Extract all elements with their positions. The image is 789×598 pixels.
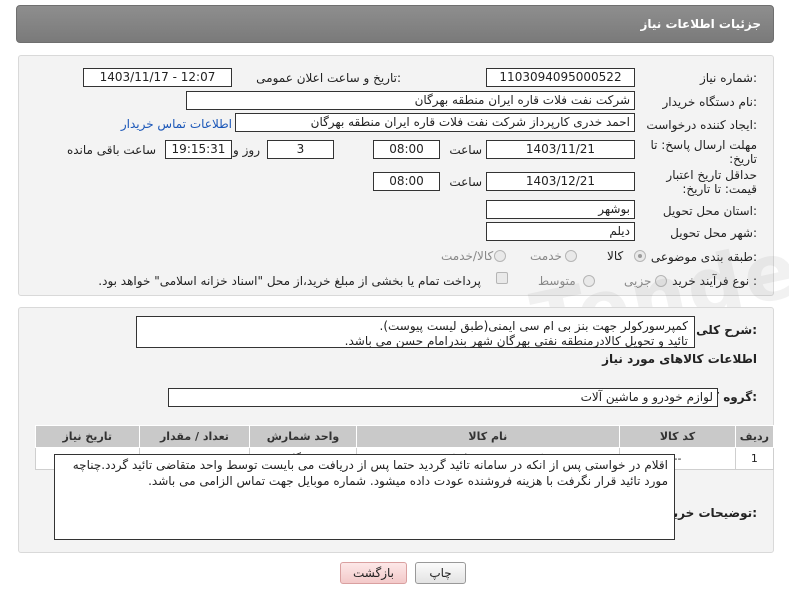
col-code-header: کد کالا bbox=[619, 425, 736, 448]
process-minor-label: جزیی bbox=[624, 274, 652, 288]
col-date-header: تاریخ نیاز bbox=[35, 425, 140, 448]
validity-time-field: 08:00 bbox=[373, 172, 440, 191]
col-unit-header: واحد شمارش bbox=[249, 425, 357, 448]
buyer-org-label: نام دستگاه خریدار: bbox=[662, 95, 758, 109]
category-label: طبقه بندی موضوعی: bbox=[650, 250, 757, 264]
col-qty-header: تعداد / مقدار bbox=[138, 425, 251, 448]
cell-row: 1 bbox=[734, 447, 775, 470]
buyer-org-field: شرکت نفت فلات قاره ایران منطقه بهرگان bbox=[186, 91, 635, 110]
announce-field: 1403/11/17 - 12:07 bbox=[83, 68, 232, 87]
category-goods-label: کالا bbox=[607, 249, 624, 263]
need-details-panel: شرح کلی نیاز: کمپرسورکولر جهت بنز بی ام … bbox=[18, 307, 775, 553]
category-service-label: خدمت bbox=[530, 249, 562, 263]
province-label: استان محل تحویل: bbox=[662, 204, 757, 218]
days-field: 3 bbox=[267, 140, 334, 159]
deadline-time-label: ساعت bbox=[449, 143, 482, 157]
need-number-label: شماره نیاز: bbox=[699, 71, 757, 85]
city-field: دیلم bbox=[486, 222, 635, 241]
announce-label: تاریخ و ساعت اعلان عمومی: bbox=[256, 71, 401, 85]
remaining-time-field: 19:15:31 bbox=[165, 140, 232, 159]
deadline-time-field: 08:00 bbox=[373, 140, 440, 159]
province-field: بوشهر bbox=[486, 200, 635, 219]
description-textarea[interactable]: کمپرسورکولر جهت بنز بی ام سی ایمنی(طبق ل… bbox=[136, 316, 695, 348]
process-minor-radio[interactable] bbox=[655, 275, 667, 287]
requester-label: ایجاد کننده درخواست: bbox=[646, 118, 757, 132]
validity-time-label: ساعت bbox=[449, 175, 482, 189]
process-label: نوع فرآیند خرید : bbox=[672, 274, 757, 288]
need-number-field: 1103094095000522 bbox=[486, 68, 635, 87]
validity-date-field: 1403/12/21 bbox=[486, 172, 635, 191]
buyer-contact-link[interactable]: اطلاعات تماس خریدار bbox=[121, 117, 232, 131]
buyer-notes-textarea[interactable]: اقلام در خواستی پس از انکه در سامانه تائ… bbox=[54, 454, 675, 540]
back-button[interactable]: بازگشت bbox=[340, 562, 407, 584]
deadline-date-field: 1403/11/21 bbox=[486, 140, 635, 159]
remaining-time-label: ساعت باقی مانده bbox=[66, 143, 156, 157]
description-line-2: تائید و تحویل کالادرمنطقه نفتی بهرگان شه… bbox=[344, 334, 688, 348]
description-line-1: کمپرسورکولر جهت بنز بی ام سی ایمنی(طبق ل… bbox=[379, 319, 688, 333]
category-service-radio[interactable] bbox=[565, 250, 577, 262]
treasury-payment-checkbox[interactable] bbox=[496, 272, 508, 284]
col-name-header: نام کالا bbox=[355, 425, 621, 448]
page-title: جزئیات اطلاعات نیاز bbox=[640, 17, 761, 31]
need-info-panel: شماره نیاز: 1103094095000522 تاریخ و ساع… bbox=[18, 55, 774, 296]
print-button[interactable]: چاپ bbox=[415, 562, 466, 584]
category-goods-service-label: کالا/خدمت bbox=[441, 249, 494, 263]
requester-field: احمد خدری کارپرداز شرکت نفت فلات قاره ای… bbox=[235, 113, 635, 132]
city-label: شهر محل تحویل: bbox=[670, 226, 757, 240]
goods-group-field: لوازم خودرو و ماشین آلات bbox=[168, 388, 718, 407]
goods-table-header-row: ردیف کد کالا نام کالا واحد شمارش تعداد /… bbox=[35, 425, 775, 448]
process-medium-label: متوسط bbox=[538, 274, 576, 288]
validity-label: حداقل تاریخ اعتبار قیمت: تا تاریخ: bbox=[666, 168, 757, 196]
page-header: جزئیات اطلاعات نیاز bbox=[16, 5, 774, 43]
treasury-payment-note: پرداخت تمام یا بخشی از مبلغ خرید،از محل … bbox=[98, 274, 481, 288]
days-label: روز و bbox=[233, 143, 260, 157]
col-row-header: ردیف bbox=[734, 425, 775, 448]
goods-info-heading: اطلاعات کالاهای مورد نیاز bbox=[602, 352, 757, 366]
category-goods-service-radio[interactable] bbox=[494, 250, 506, 262]
deadline-label: مهلت ارسال پاسخ: تا تاریخ: bbox=[650, 138, 757, 166]
category-goods-radio[interactable] bbox=[634, 250, 646, 262]
process-medium-radio[interactable] bbox=[583, 275, 595, 287]
